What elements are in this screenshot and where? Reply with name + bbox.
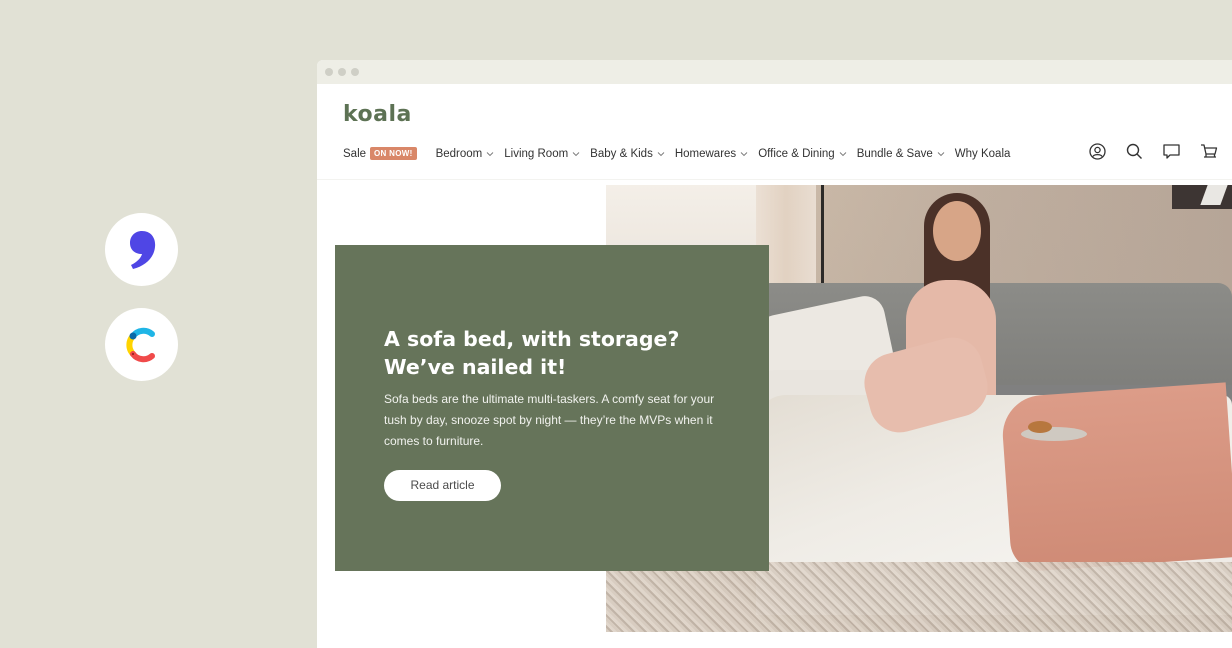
nav-item-office-dining[interactable]: Office & Dining bbox=[758, 148, 847, 160]
cart-button[interactable] bbox=[1199, 142, 1218, 161]
read-article-button[interactable]: Read article bbox=[384, 470, 501, 501]
nav-item-bundle-save[interactable]: Bundle & Save bbox=[857, 148, 945, 160]
account-icon bbox=[1089, 143, 1106, 160]
photo-floor-lamp bbox=[821, 185, 824, 295]
nav-label: Homewares bbox=[674, 147, 737, 160]
chevron-down-icon bbox=[657, 151, 665, 156]
sale-badge: ON NOW! bbox=[370, 147, 417, 160]
nav-item-sale[interactable]: Sale ON NOW! bbox=[343, 147, 417, 160]
koala-logo[interactable]: koala bbox=[343, 102, 412, 127]
nav-item-homewares[interactable]: Homewares bbox=[675, 148, 748, 160]
photo-pink-quilt bbox=[1000, 382, 1232, 573]
contentful-logo bbox=[105, 308, 178, 381]
contentful-icon bbox=[125, 327, 155, 362]
nav-label: Living Room bbox=[504, 147, 569, 160]
chevron-down-icon bbox=[740, 151, 748, 156]
account-button[interactable] bbox=[1088, 142, 1107, 161]
photo-rug bbox=[606, 562, 1232, 632]
nav-item-why-koala[interactable]: Why Koala bbox=[955, 148, 1011, 160]
nav-label: Why Koala bbox=[954, 147, 1011, 160]
photo-wall-art bbox=[1172, 185, 1232, 209]
window-dot-minimize[interactable] bbox=[338, 68, 346, 76]
hero-card: A sofa bed, with storage? We’ve nailed i… bbox=[335, 245, 769, 571]
comma-app-logo bbox=[105, 213, 178, 286]
comma-icon bbox=[129, 230, 155, 269]
window-dot-maximize[interactable] bbox=[351, 68, 359, 76]
nav-label: Bundle & Save bbox=[856, 147, 933, 160]
search-icon bbox=[1126, 143, 1142, 159]
window-dot-close[interactable] bbox=[325, 68, 333, 76]
nav-item-living-room[interactable]: Living Room bbox=[504, 148, 580, 160]
hero-title: A sofa bed, with storage? We’ve nailed i… bbox=[384, 327, 680, 379]
cart-icon bbox=[1200, 144, 1217, 158]
main-nav: Sale ON NOW! Bedroom Living Room Baby & … bbox=[343, 147, 1020, 160]
photo-croissant bbox=[1028, 421, 1052, 433]
nav-item-bedroom[interactable]: Bedroom bbox=[436, 148, 495, 160]
nav-item-baby-kids[interactable]: Baby & Kids bbox=[590, 148, 665, 160]
chevron-down-icon bbox=[839, 151, 847, 156]
search-button[interactable] bbox=[1125, 142, 1144, 161]
nav-label: Baby & Kids bbox=[590, 147, 653, 160]
nav-label: Sale bbox=[343, 147, 367, 160]
hero-description: Sofa beds are the ultimate multi-taskers… bbox=[384, 392, 715, 448]
chevron-down-icon bbox=[937, 151, 945, 156]
nav-label: Bedroom bbox=[435, 147, 483, 160]
chat-icon bbox=[1163, 144, 1180, 159]
chat-button[interactable] bbox=[1162, 142, 1181, 161]
browser-window: koala Sale ON NOW! Bedroom Living Room B… bbox=[317, 60, 1232, 648]
chevron-down-icon bbox=[572, 151, 580, 156]
chevron-down-icon bbox=[486, 151, 494, 156]
browser-title-bar bbox=[317, 60, 1232, 84]
nav-label: Office & Dining bbox=[758, 147, 835, 160]
photo-person-head bbox=[933, 201, 981, 261]
site-header: koala Sale ON NOW! Bedroom Living Room B… bbox=[317, 84, 1232, 180]
header-actions bbox=[1088, 142, 1218, 161]
